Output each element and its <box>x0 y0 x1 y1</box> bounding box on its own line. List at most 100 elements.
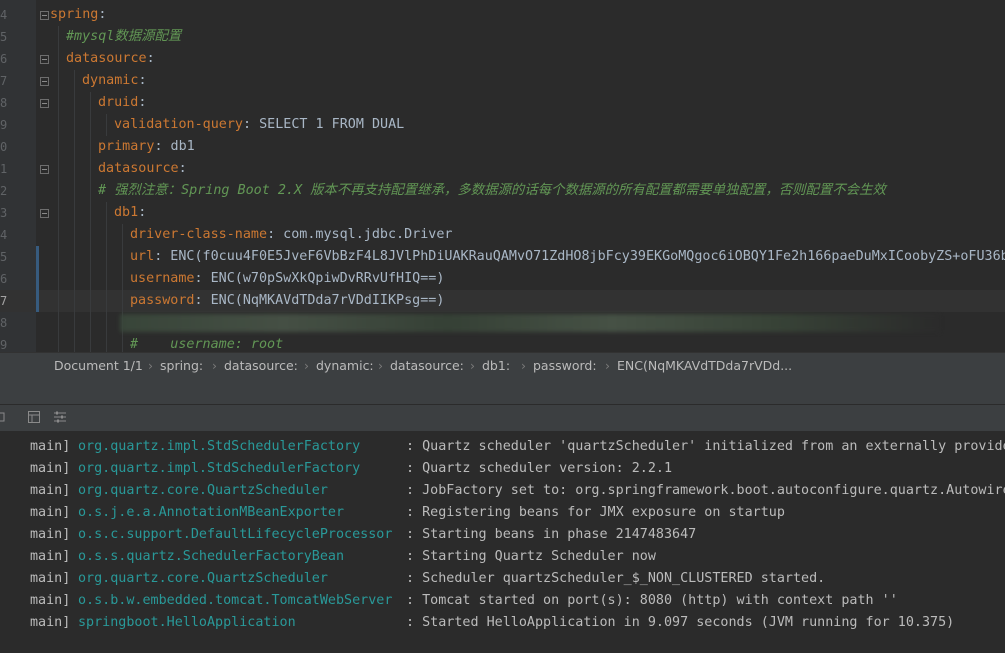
code-line[interactable]: 9 validation-query: SELECT 1 FROM DUAL <box>0 114 1005 136</box>
code-line[interactable]: 2 # 强烈注意：Spring Boot 2.X 版本不再支持配置继承，多数据源的… <box>0 180 1005 202</box>
breadcrumb-separator-icon: › <box>212 358 217 373</box>
yaml-value: : <box>178 161 187 176</box>
code-line[interactable]: 8 druid: <box>0 92 1005 114</box>
log-logger[interactable]: o.s.s.quartz.SchedulerFactoryBean <box>78 546 344 568</box>
code-line[interactable]: 3 db1: <box>0 202 1005 224</box>
breadcrumb-item[interactable]: db1: <box>482 358 510 373</box>
yaml-key: db1 <box>114 205 139 220</box>
code-line[interactable]: 7 password: ENC(NqMKAVdTDda7rVDdIIKPsg==) <box>0 290 1005 312</box>
code-line[interactable]: 5 url: ENC(f0cuu4F0E5JveF6VbBzF4L8JVlPhDi… <box>0 246 1005 268</box>
yaml-value: : ENC(NqMKAVdTDda7rVDdIIKPsg==) <box>194 293 445 308</box>
breadcrumb-separator-icon: › <box>304 358 309 373</box>
yaml-key: datasource <box>66 51 147 66</box>
yaml-value: : com.mysql.jdbc.Driver <box>267 227 453 242</box>
indent-guide <box>58 334 59 352</box>
line-number: 4 <box>0 228 8 242</box>
line-number: 5 <box>0 30 8 44</box>
code-line[interactable]: 1 datasource: <box>0 158 1005 180</box>
breadcrumb-document[interactable]: Document 1/1 <box>54 358 143 373</box>
log-thread: main] <box>30 615 71 630</box>
line-number: 2 <box>0 184 8 198</box>
code-editor[interactable]: 4 spring: 5 #mysql数据源配置 6 datasource: 7 dynamic… <box>0 0 1005 352</box>
yaml-key: druid <box>98 95 139 110</box>
log-thread: main] <box>30 527 71 542</box>
code-text: driver-class-name: com.mysql.jdbc.Driver <box>130 224 453 246</box>
code-line[interactable]: 4 spring: <box>0 4 1005 26</box>
log-logger[interactable]: org.quartz.core.QuartzScheduler <box>78 568 328 590</box>
code-line[interactable]: 6 datasource: <box>0 48 1005 70</box>
fold-toggle-icon[interactable] <box>40 55 49 64</box>
indent-guide <box>122 246 123 268</box>
log-logger[interactable]: org.quartz.core.QuartzScheduler <box>78 480 328 502</box>
line-number: 9 <box>0 338 8 352</box>
code-line[interactable]: 7 dynamic: <box>0 70 1005 92</box>
indent-guide <box>58 158 59 180</box>
breadcrumb-item[interactable]: datasource: <box>390 358 464 373</box>
code-line[interactable]: 0 primary: db1 <box>0 136 1005 158</box>
line-number: 1 <box>0 162 8 176</box>
code-line[interactable]: 6 username: ENC(w70pSwXkQpiwDvRRvUfHIQ==) <box>0 268 1005 290</box>
fold-toggle-icon[interactable] <box>40 77 49 86</box>
code-text: db1: <box>114 202 146 224</box>
indent-guide <box>106 268 107 290</box>
log-logger[interactable]: o.s.c.support.DefaultLifecycleProcessor <box>78 524 392 546</box>
run-console[interactable]: main] org.quartz.impl.StdSchedulerFactory… <box>0 431 1005 653</box>
panel-divider <box>0 378 1005 404</box>
code-line[interactable]: 5 #mysql数据源配置 <box>0 26 1005 48</box>
indent-guide <box>90 202 91 224</box>
yaml-key: spring <box>50 7 99 22</box>
code-text: # 强烈注意：Spring Boot 2.X 版本不再支持配置继承，多数据源的话… <box>98 180 886 202</box>
log-thread: main] <box>30 439 71 454</box>
line-number: 8 <box>0 96 8 110</box>
code-text: druid: <box>98 92 146 114</box>
log-message: : JobFactory set to: org.springframework… <box>406 483 1005 498</box>
indent-guide <box>58 114 59 136</box>
code-line[interactable]: 9 # username: root <box>0 334 1005 352</box>
panel-icon[interactable] <box>0 410 10 424</box>
yaml-comment: # 强烈注意：Spring Boot 2.X 版本不再支持配置继承，多数据源的话… <box>98 183 886 198</box>
line-number: 7 <box>0 74 8 88</box>
indent-guide <box>74 334 75 352</box>
yaml-value: : ENC(w70pSwXkQpiwDvRRvUfHIQ==) <box>194 271 445 286</box>
indent-guide <box>90 180 91 202</box>
breadcrumb-item[interactable]: spring: <box>160 358 203 373</box>
log-message: : Quartz scheduler 'quartzScheduler' ini… <box>406 439 1005 454</box>
grid-icon[interactable] <box>27 410 41 424</box>
code-text: primary: db1 <box>98 136 195 158</box>
indent-guide <box>106 312 107 334</box>
code-line[interactable]: 4 driver-class-name: com.mysql.jdbc.Drive… <box>0 224 1005 246</box>
log-thread: main] <box>30 593 71 608</box>
settings-list-icon[interactable] <box>53 410 67 424</box>
code-text: # username: root <box>130 334 283 352</box>
log-line: main] o.s.b.w.embedded.tomcat.TomcatWebSe… <box>0 590 1005 612</box>
code-text: username: ENC(w70pSwXkQpiwDvRRvUfHIQ==) <box>130 268 444 290</box>
breadcrumb-item[interactable]: password: <box>533 358 597 373</box>
fold-toggle-icon[interactable] <box>40 209 49 218</box>
breadcrumb-separator-icon: › <box>378 358 383 373</box>
log-logger[interactable]: o.s.b.w.embedded.tomcat.TomcatWebServer <box>78 590 392 612</box>
yaml-key: validation-query <box>114 117 243 132</box>
yaml-value: : <box>138 73 147 88</box>
code-text: password: ENC(NqMKAVdTDda7rVDdIIKPsg==) <box>130 290 444 312</box>
breadcrumb-item[interactable]: dynamic: <box>316 358 374 373</box>
log-logger[interactable]: o.s.j.e.a.AnnotationMBeanExporter <box>78 502 344 524</box>
breadcrumb-item[interactable]: datasource: <box>224 358 298 373</box>
log-logger[interactable]: springboot.HelloApplication <box>78 612 296 634</box>
fold-toggle-icon[interactable] <box>40 99 49 108</box>
line-number: 8 <box>0 316 8 330</box>
indent-guide <box>106 334 107 352</box>
yaml-value: : SELECT 1 FROM DUAL <box>243 117 405 132</box>
fold-toggle-icon[interactable] <box>40 165 49 174</box>
indent-guide <box>90 224 91 246</box>
line-number: 0 <box>0 140 8 154</box>
breadcrumb-item[interactable]: ENC(NqMKAVdTDda7rVDd... <box>617 358 792 373</box>
log-logger[interactable]: org.quartz.impl.StdSchedulerFactory <box>78 458 360 480</box>
indent-guide <box>74 92 75 114</box>
fold-toggle-icon[interactable] <box>40 11 49 20</box>
redacted-region <box>120 314 940 332</box>
indent-guide <box>74 136 75 158</box>
log-logger[interactable]: org.quartz.impl.StdSchedulerFactory <box>78 436 360 458</box>
indent-guide <box>74 114 75 136</box>
log-message: : Scheduler quartzScheduler_$_NON_CLUSTE… <box>406 571 826 586</box>
indent-guide <box>90 114 91 136</box>
